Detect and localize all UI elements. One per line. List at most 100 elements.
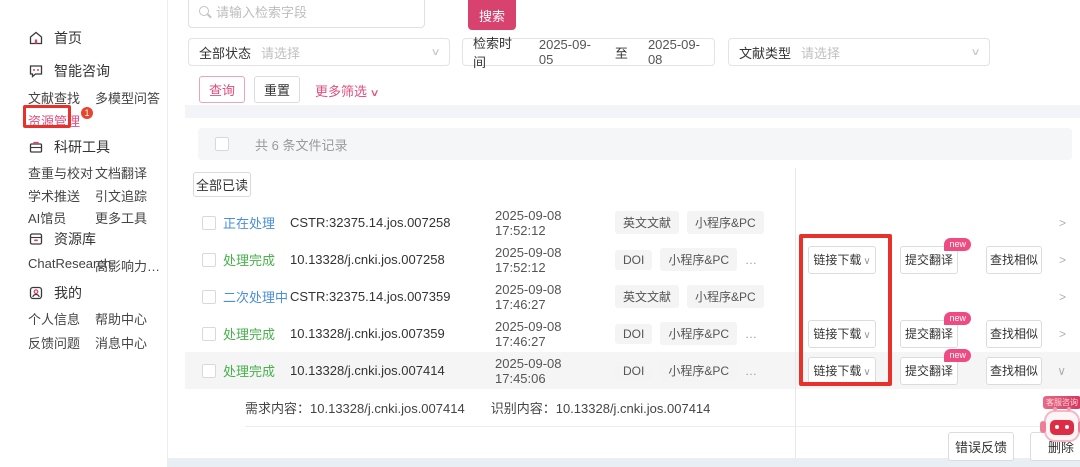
sidebar-item-ai-librarian[interactable]: AI馆员 — [28, 208, 66, 227]
sidebar-item-resource-library[interactable]: 资源库 — [28, 229, 96, 249]
link-download-button[interactable]: 链接下载∨ — [808, 246, 876, 274]
submit-translate-label: 提交翻译 — [905, 253, 953, 267]
type-filter-select[interactable]: 文献类型 请选择 ∨ — [728, 38, 990, 66]
chevron-down-icon: ∨ — [370, 88, 380, 99]
archive-box-icon — [28, 231, 44, 247]
record-time: 2025-09-08 17:52:12 — [495, 208, 615, 238]
table-row[interactable]: 处理完成 10.13328/j.cnki.jos.007359 2025-09-… — [185, 315, 1080, 352]
expand-row-icon[interactable]: > — [1059, 216, 1066, 230]
table-row[interactable]: 正在处理 CSTR:32375.14.jos.007258 2025-09-08… — [185, 204, 1080, 241]
sidebar-item-home[interactable]: 首页 — [28, 28, 82, 48]
link-download-button[interactable]: 链接下载∨ — [808, 357, 876, 385]
collapse-row-icon[interactable]: ∨ — [1057, 364, 1066, 378]
find-similar-button[interactable]: 查找相似 — [986, 320, 1042, 348]
sidebar-item-label: 智能咨询 — [54, 61, 110, 81]
search-input[interactable]: 请输入检索字段 — [188, 0, 425, 28]
sidebar-item-smart-consult[interactable]: 智能咨询 — [28, 61, 110, 81]
error-feedback-button[interactable]: 错误反馈 — [948, 432, 1014, 461]
tag: 英文文献 — [615, 285, 679, 308]
sidebar: 首页 智能咨询 文献查找 多模型问答 资源管理1 科研工具 查重与校对 文档翻译… — [0, 0, 168, 467]
row-checkbox[interactable] — [202, 290, 216, 304]
find-similar-button[interactable]: 查找相似 — [986, 246, 1042, 274]
record-tags: 英文文献小程序&PC — [615, 285, 795, 308]
row-checkbox[interactable] — [202, 216, 216, 230]
sidebar-item-help-center[interactable]: 帮助中心 — [95, 309, 147, 328]
search-placeholder: 请输入检索字段 — [216, 2, 307, 21]
tag: DOI — [615, 324, 652, 344]
query-button[interactable]: 查询 — [199, 76, 245, 103]
search-button[interactable]: 搜索 — [468, 0, 516, 30]
detail-recognized-value: 10.13328/j.cnki.jos.007414 — [556, 401, 711, 416]
submit-translate-button[interactable]: 提交翻译new — [900, 357, 958, 385]
sidebar-item-feedback[interactable]: 反馈问题 — [28, 333, 80, 352]
sidebar-item-mine[interactable]: 我的 — [28, 283, 82, 303]
tag-overflow: … — [745, 253, 757, 267]
sidebar-item-doc-translate[interactable]: 文档翻译 — [95, 163, 147, 182]
sidebar-item-resource-mgmt[interactable]: 资源管理1 — [28, 111, 93, 130]
tag: 小程序&PC — [687, 211, 764, 234]
customer-service-widget[interactable]: 客服咨询 — [1041, 396, 1080, 448]
record-detail: 需求内容：10.13328/j.cnki.jos.007414 识别内容：10.… — [245, 389, 1070, 425]
sidebar-item-more-tools[interactable]: 更多工具 — [95, 208, 147, 227]
submit-translate-button[interactable]: 提交翻译new — [900, 246, 958, 274]
table-row[interactable]: 处理完成 10.13328/j.cnki.jos.007258 2025-09-… — [185, 241, 1080, 278]
time-range-picker[interactable]: 检索时间 2025-09-05 至 2025-09-08 — [462, 38, 715, 66]
chevron-down-icon: ∨ — [430, 47, 440, 58]
reset-button[interactable]: 重置 — [254, 76, 300, 103]
select-all-checkbox[interactable] — [215, 137, 229, 151]
table-row[interactable]: 处理完成 10.13328/j.cnki.jos.007414 2025-09-… — [185, 352, 1080, 389]
status-badge: 二次处理中 — [223, 290, 288, 305]
row-checkbox[interactable] — [202, 253, 216, 267]
list-header: 共 6 条文件记录 — [198, 128, 1072, 160]
records-table: 正在处理 CSTR:32375.14.jos.007258 2025-09-08… — [185, 204, 1080, 389]
sidebar-item-research-tools[interactable]: 科研工具 — [28, 137, 110, 157]
notification-badge: 1 — [81, 107, 93, 119]
sidebar-item-academic-push[interactable]: 学术推送 — [28, 186, 80, 205]
link-download-button[interactable]: 链接下载∨ — [808, 320, 876, 348]
tag: 小程序&PC — [687, 285, 764, 308]
table-row[interactable]: 二次处理中 CSTR:32375.14.jos.007359 2025-09-0… — [185, 278, 1080, 315]
new-badge: new — [944, 312, 971, 325]
link-download-label: 链接下载 — [813, 327, 861, 341]
type-filter-label: 文献类型 — [739, 43, 791, 62]
time-from-value[interactable]: 2025-09-05 — [539, 37, 595, 67]
sidebar-item-citation-track[interactable]: 引文追踪 — [95, 186, 147, 205]
time-filter-label: 检索时间 — [473, 33, 517, 71]
robot-mascot-icon — [1044, 410, 1080, 442]
status-badge: 处理完成 — [223, 327, 275, 342]
status-filter-placeholder: 请选择 — [261, 43, 300, 62]
customer-service-label: 客服咨询 — [1043, 396, 1080, 409]
tag-overflow: … — [745, 327, 757, 341]
sidebar-item-multi-model-qa[interactable]: 多模型问答 — [95, 88, 160, 107]
more-filters-link[interactable]: 更多筛选∨ — [315, 81, 378, 100]
main-content: 请输入检索字段 搜索 全部状态 请选择 ∨ 检索时间 2025-09-05 至 … — [168, 0, 1080, 467]
filter-panel: 请输入检索字段 搜索 全部状态 请选择 ∨ 检索时间 2025-09-05 至 … — [185, 0, 1080, 105]
time-to-value[interactable]: 2025-09-08 — [648, 37, 704, 67]
sidebar-item-label: 我的 — [54, 283, 82, 303]
sidebar-item-message-center[interactable]: 消息中心 — [95, 333, 147, 352]
submit-translate-button[interactable]: 提交翻译new — [900, 320, 958, 348]
record-time: 2025-09-08 17:52:12 — [495, 245, 615, 275]
sidebar-item-label: 科研工具 — [54, 137, 110, 157]
expand-row-icon[interactable]: > — [1059, 253, 1066, 267]
new-badge: new — [944, 349, 971, 362]
sidebar-item-lit-search[interactable]: 文献查找 — [28, 88, 80, 107]
expand-row-icon[interactable]: > — [1059, 290, 1066, 304]
status-filter-select[interactable]: 全部状态 请选择 ∨ — [188, 38, 450, 66]
divider — [245, 426, 1080, 427]
mark-all-read-button[interactable]: 全部已读 — [193, 172, 251, 197]
status-filter-label: 全部状态 — [199, 43, 251, 62]
more-filters-label: 更多筛选 — [315, 84, 367, 99]
row-checkbox[interactable] — [202, 327, 216, 341]
time-separator: 至 — [615, 43, 628, 62]
sidebar-item-personal-info[interactable]: 个人信息 — [28, 309, 80, 328]
record-id: CSTR:32375.14.jos.007258 — [290, 215, 495, 230]
row-checkbox[interactable] — [202, 364, 216, 378]
link-download-label: 链接下载 — [813, 253, 861, 267]
find-similar-button[interactable]: 查找相似 — [986, 357, 1042, 385]
record-id: 10.13328/j.cnki.jos.007359 — [290, 326, 495, 341]
expand-row-icon[interactable]: > — [1059, 327, 1066, 341]
sidebar-item-plagiarism-check[interactable]: 查重与校对 — [28, 163, 93, 182]
record-tags: DOI小程序&PC… — [615, 359, 795, 382]
sidebar-item-high-impact[interactable]: 高影响力… — [95, 256, 160, 275]
